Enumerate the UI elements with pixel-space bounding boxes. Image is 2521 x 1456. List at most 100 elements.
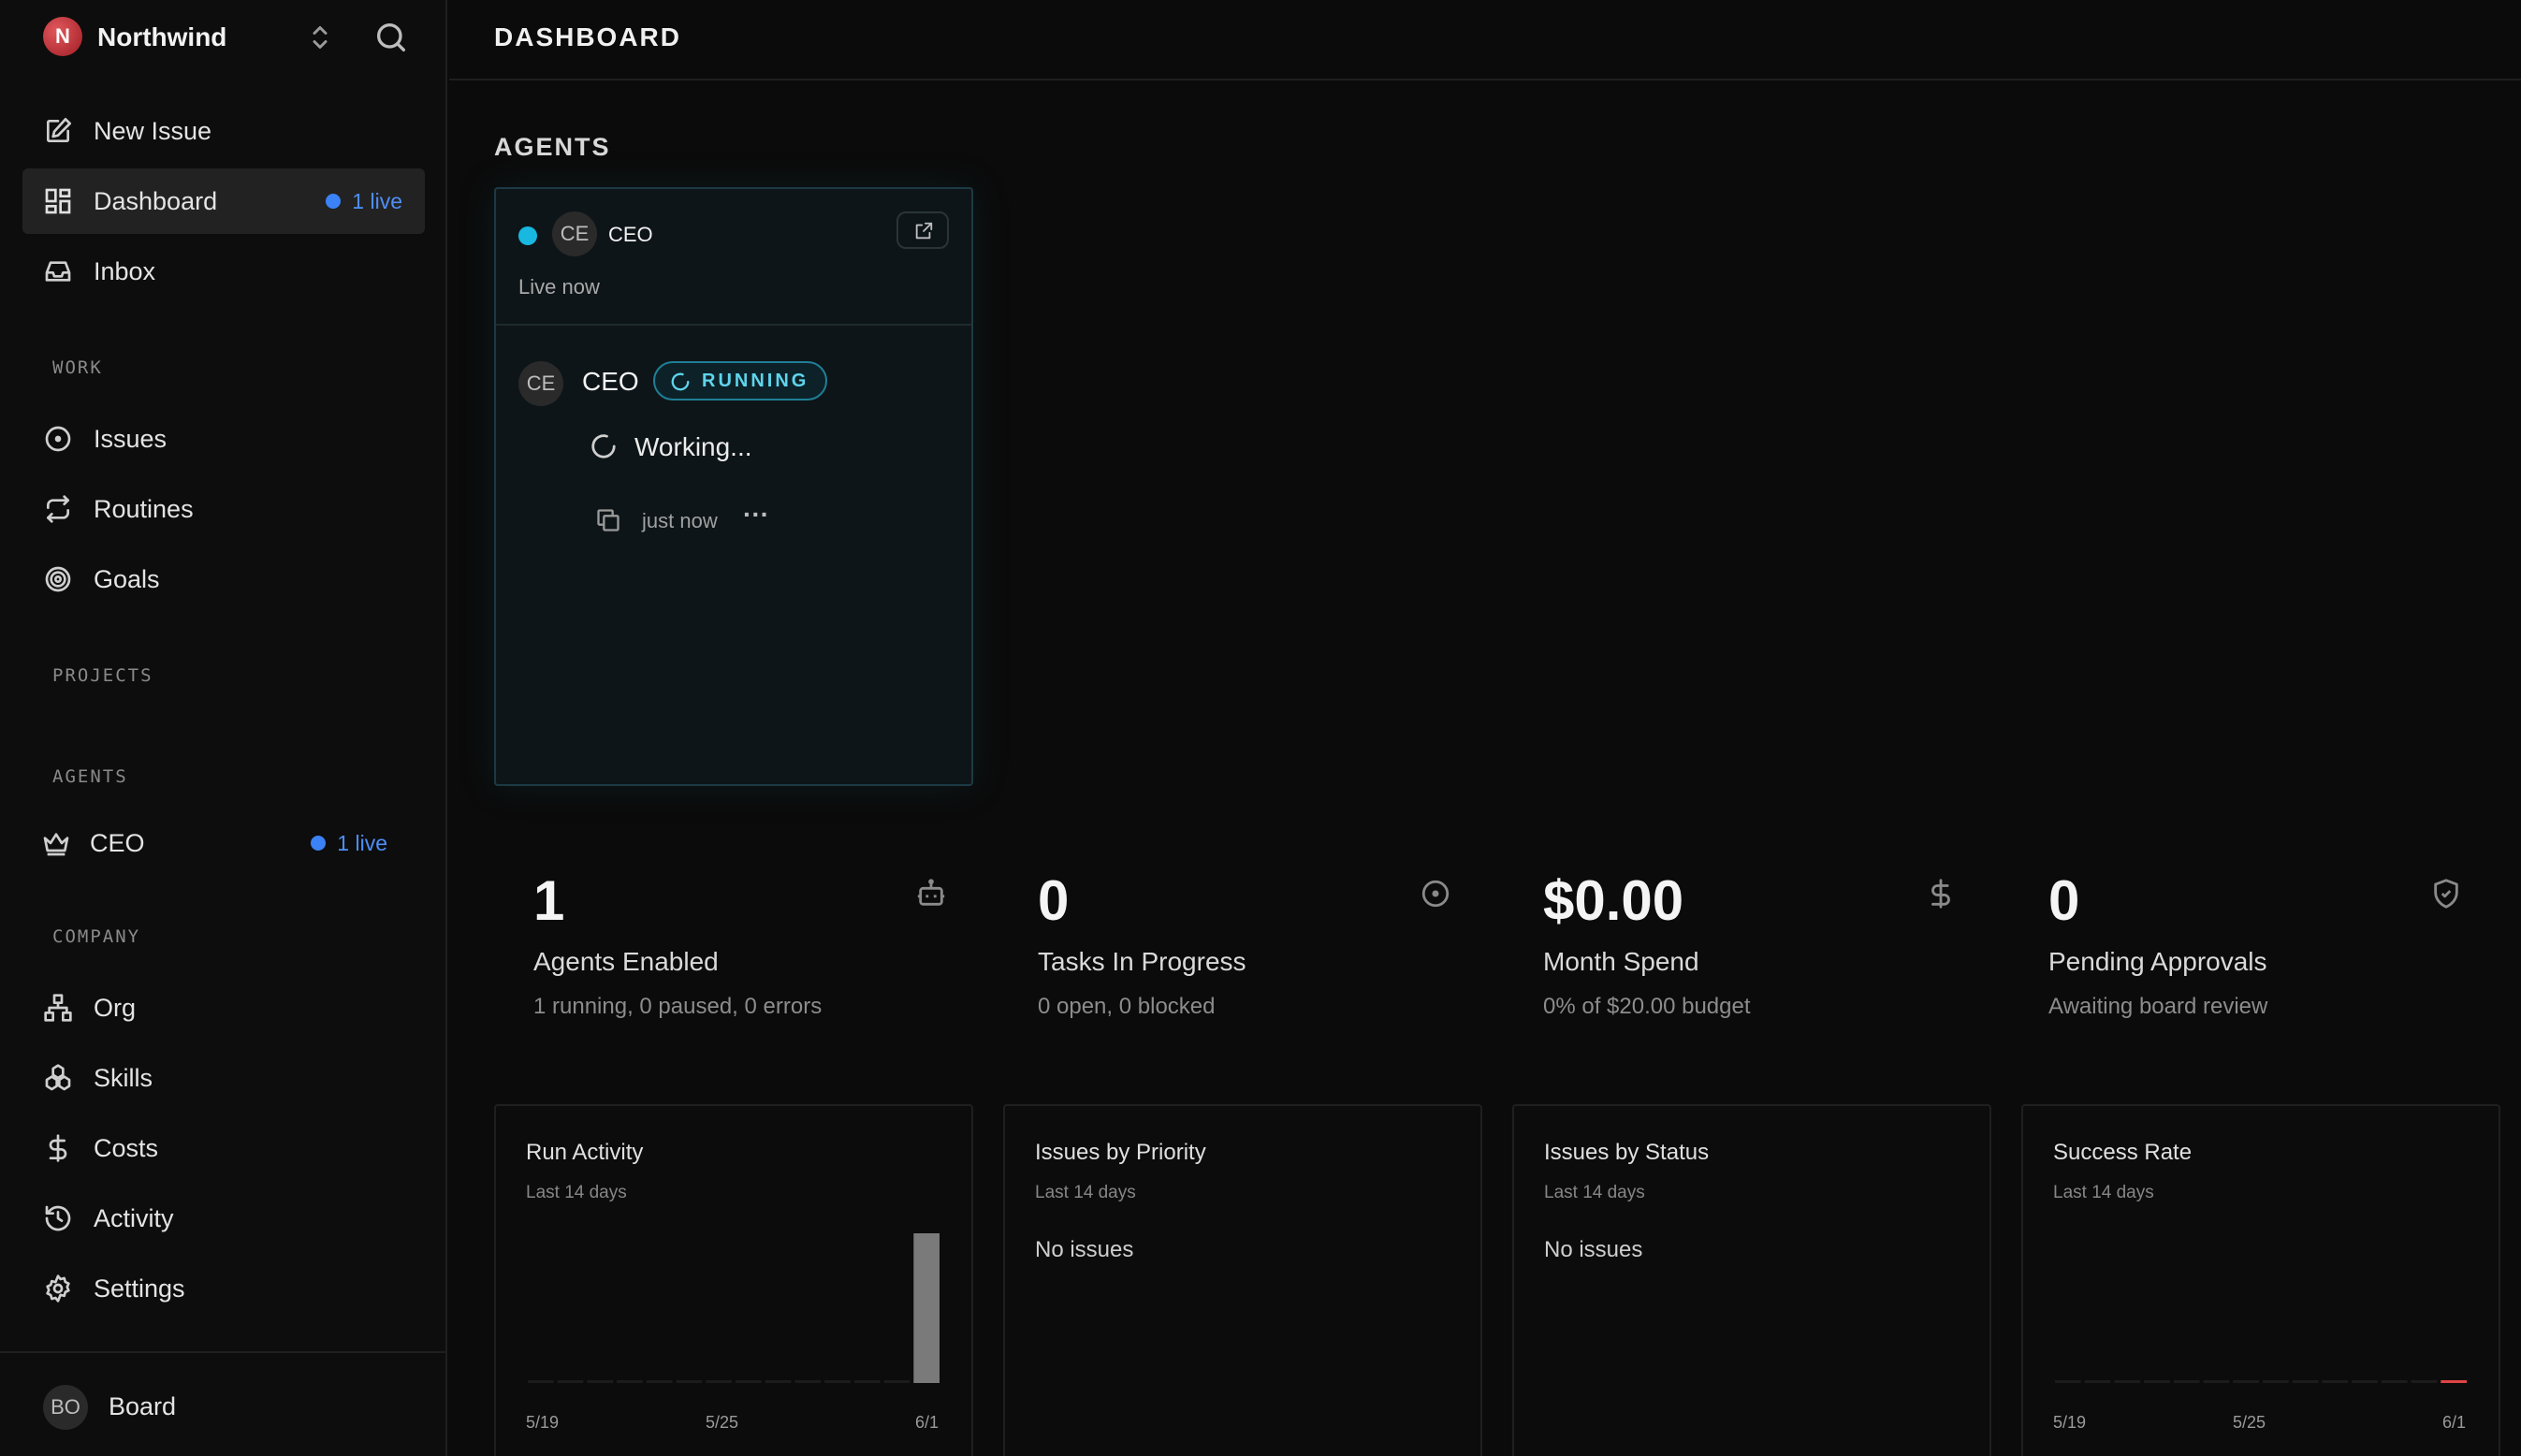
chart-subtitle: Last 14 days — [526, 1183, 627, 1202]
stat-pending-approvals[interactable]: 0 Pending Approvals Awaiting board revie… — [2011, 861, 2488, 1039]
app: N Northwind New Issue Dashboard 1 live I… — [0, 0, 2521, 1456]
sidebar-item-label: Org — [94, 994, 137, 1022]
company-logo: N — [43, 17, 82, 56]
spinner-icon — [591, 434, 616, 459]
live-badge: 1 live — [311, 831, 387, 856]
sidebar-item-label: Inbox — [94, 257, 156, 285]
run-agent-name: CEO — [582, 367, 639, 396]
empty-state: No issues — [1035, 1237, 1134, 1262]
chart-title: Success Rate — [2053, 1140, 2193, 1165]
sidebar-item-skills[interactable]: Skills — [22, 1045, 425, 1111]
sidebar-item-label: Goals — [94, 565, 160, 593]
chevron-up-down-icon[interactable] — [303, 21, 337, 54]
more-options-button[interactable]: ··· — [743, 500, 769, 530]
section-label-projects: PROJECTS — [52, 665, 153, 686]
sidebar-item-issues[interactable]: Issues — [22, 406, 425, 472]
sidebar-item-org[interactable]: Org — [22, 975, 425, 1041]
sidebar-item-activity[interactable]: Activity — [22, 1186, 425, 1251]
chart-card-issues-status: Issues by Status Last 14 days No issues — [1512, 1104, 1991, 1456]
sidebar-item-costs[interactable]: Costs — [22, 1115, 425, 1181]
agent-card-header: CE CEO Live now — [496, 189, 971, 326]
x-tick-label: 5/19 — [526, 1413, 560, 1432]
section-label-company: COMPANY — [52, 926, 141, 947]
chart-bar — [765, 1380, 792, 1383]
org-chart-icon — [44, 994, 72, 1022]
shield-icon — [2434, 879, 2458, 909]
sidebar-item-agent-ceo[interactable]: CEO 1 live — [22, 810, 387, 876]
copy-icon[interactable] — [595, 507, 621, 533]
stat-label: Month Spend — [1543, 947, 1699, 976]
agent-avatar: CE — [552, 211, 597, 256]
dollar-icon — [1931, 879, 1950, 909]
chart-title: Issues by Priority — [1035, 1140, 1206, 1165]
chart-bar — [2084, 1380, 2111, 1383]
sidebar-item-goals[interactable]: Goals — [22, 546, 425, 612]
section-label-work: WORK — [52, 357, 103, 378]
run-message: Working... — [634, 432, 752, 461]
chart-bar — [913, 1233, 940, 1383]
live-dot — [326, 194, 342, 209]
stat-agents-enabled[interactable]: 1 Agents Enabled 1 running, 0 paused, 0 … — [496, 861, 973, 1039]
page-title: DASHBOARD — [494, 22, 681, 51]
inbox-icon — [45, 261, 71, 282]
chart-bar — [587, 1380, 614, 1383]
chart-bar — [557, 1380, 584, 1383]
x-tick-label: 5/25 — [706, 1413, 739, 1432]
chart-bar — [706, 1380, 732, 1383]
repeat-icon — [47, 495, 69, 523]
gear-icon — [46, 1274, 70, 1303]
stat-value: 0 — [2048, 869, 2080, 932]
edit-icon — [47, 118, 71, 142]
company-name: Northwind — [97, 22, 227, 51]
chart-bar — [2114, 1380, 2141, 1383]
user-name: Board — [109, 1392, 177, 1420]
chart-bar — [824, 1380, 851, 1383]
sidebar-item-new-issue[interactable]: New Issue — [22, 98, 425, 164]
stat-sub: 0 open, 0 blocked — [1038, 994, 1216, 1019]
chart-bar — [528, 1380, 554, 1383]
agent-status-text: Live now — [518, 275, 600, 298]
chart-bar — [2173, 1380, 2200, 1383]
live-badge-text: 1 live — [337, 831, 387, 855]
x-tick-label: 6/1 — [915, 1413, 940, 1432]
company-switcher[interactable]: N Northwind — [43, 17, 417, 58]
chart-title: Run Activity — [526, 1140, 644, 1165]
chart-subtitle: Last 14 days — [2053, 1183, 2154, 1202]
stat-month-spend[interactable]: $0.00 Month Spend 0% of $20.00 budget — [1506, 861, 1983, 1039]
loader-icon — [671, 372, 690, 391]
sidebar-item-inbox[interactable]: Inbox — [22, 239, 425, 304]
chart-bar — [2441, 1380, 2467, 1383]
open-agent-button[interactable] — [896, 211, 949, 249]
crown-icon — [43, 833, 69, 856]
chart-card-run-activity: Run Activity Last 14 days 5/19 5/25 6/1 — [494, 1104, 973, 1456]
sidebar-item-label: Routines — [94, 495, 194, 523]
run-timestamp: just now — [642, 509, 718, 532]
stat-label: Tasks In Progress — [1038, 947, 1246, 976]
run-agent-avatar: CE — [518, 361, 563, 406]
chart-subtitle: Last 14 days — [1035, 1183, 1136, 1202]
chart-bar — [2055, 1380, 2081, 1383]
stat-value: $0.00 — [1543, 869, 1684, 932]
agent-card[interactable]: CE CEO Live now CE CEO RUNNING Working..… — [494, 187, 973, 786]
external-link-icon — [915, 222, 933, 240]
x-tick-label: 5/25 — [2233, 1413, 2266, 1432]
search-icon[interactable] — [372, 19, 410, 56]
sidebar-item-settings[interactable]: Settings — [22, 1256, 425, 1321]
chart-bar — [2144, 1380, 2170, 1383]
stat-sub: 1 running, 0 paused, 0 errors — [533, 994, 823, 1019]
chart-bar — [2381, 1380, 2408, 1383]
topbar: DASHBOARD — [449, 0, 2521, 80]
stat-sub: 0% of $20.00 budget — [1543, 994, 1751, 1019]
x-tick-label: 5/19 — [2053, 1413, 2087, 1432]
user-menu[interactable]: BO Board — [0, 1351, 445, 1456]
sidebar-item-routines[interactable]: Routines — [22, 476, 425, 542]
sidebar-item-label: Costs — [94, 1134, 159, 1162]
sidebar-item-dashboard[interactable]: Dashboard 1 live — [22, 168, 425, 234]
status-badge: RUNNING — [653, 361, 828, 400]
agent-name: CEO — [608, 223, 653, 246]
circle-dot-icon — [45, 426, 71, 452]
sidebar-item-label: Settings — [94, 1274, 185, 1303]
chart-bar — [2292, 1380, 2319, 1383]
stat-tasks-in-progress[interactable]: 0 Tasks In Progress 0 open, 0 blocked — [1000, 861, 1478, 1039]
chart-bar — [2411, 1380, 2438, 1383]
